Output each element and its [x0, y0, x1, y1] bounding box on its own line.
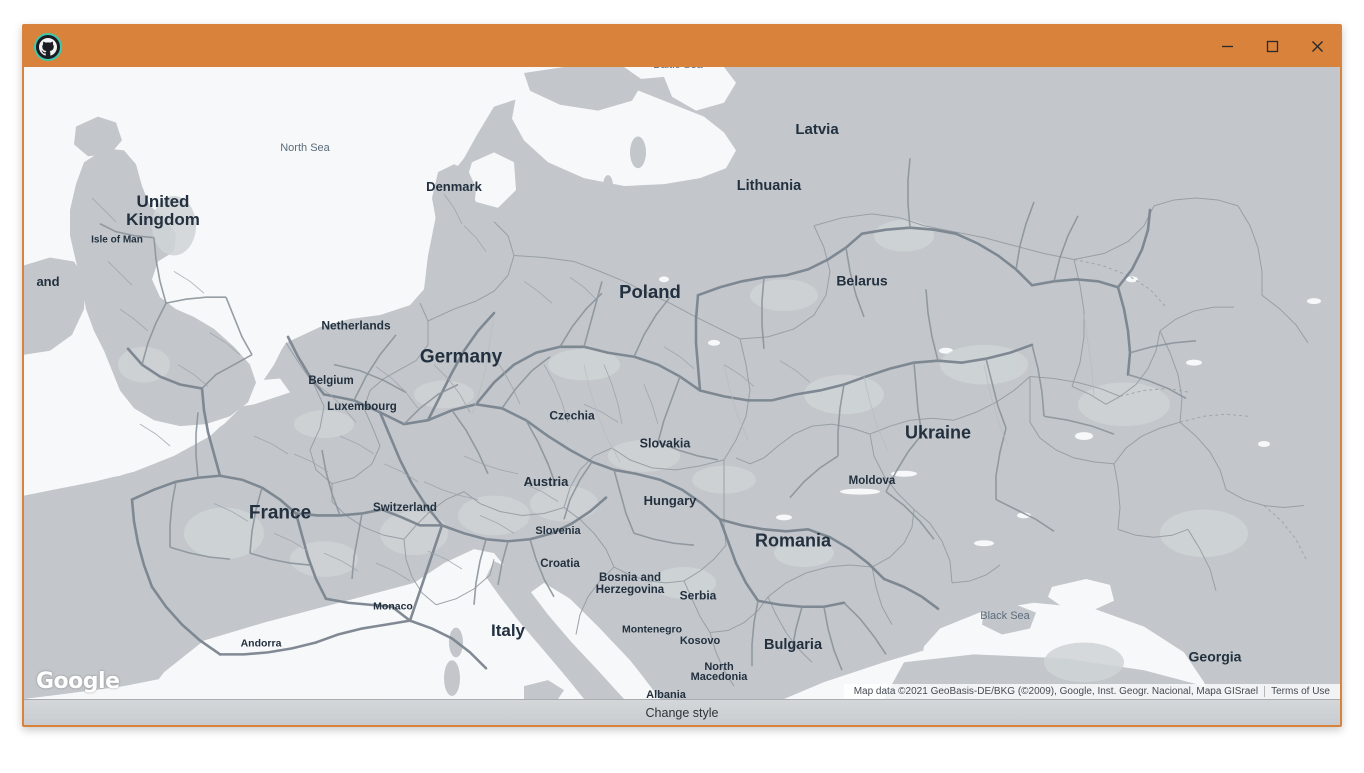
map-attribution: Map data ©2021 GeoBasis-DE/BKG (©2009), …	[843, 684, 1340, 699]
close-button[interactable]	[1295, 26, 1340, 67]
attribution-text: Map data ©2021 GeoBasis-DE/BKG (©2009), …	[853, 686, 1259, 697]
application-window: Baltic SeaEstoniaLatviaLithuaniaNorth Se…	[22, 24, 1342, 727]
maximize-button[interactable]	[1250, 26, 1295, 67]
map-viewport[interactable]: Baltic SeaEstoniaLatviaLithuaniaNorth Se…	[24, 67, 1340, 699]
title-bar[interactable]	[24, 26, 1340, 67]
terms-of-use-link[interactable]: Terms of Use	[1265, 686, 1336, 697]
octocat-icon	[34, 32, 62, 61]
bottom-toolbar: Change style	[24, 699, 1340, 725]
minimize-button[interactable]	[1205, 26, 1250, 67]
map-tiles[interactable]	[24, 67, 1340, 699]
google-logo: Google	[36, 669, 120, 694]
window-controls	[1205, 26, 1340, 67]
change-style-button[interactable]: Change style	[636, 704, 729, 722]
